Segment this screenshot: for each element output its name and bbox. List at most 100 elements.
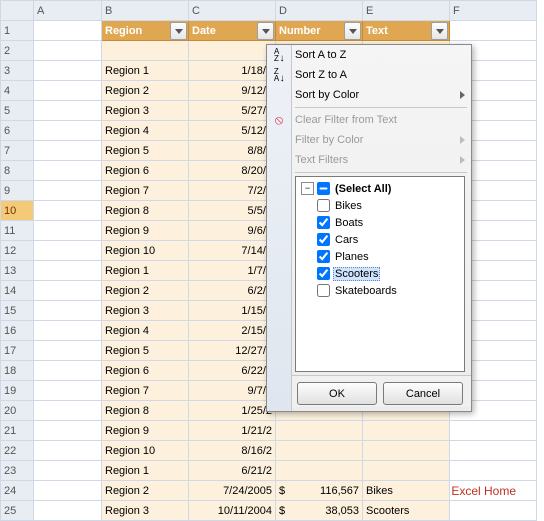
select-all-checkbox[interactable] — [317, 182, 330, 195]
row-header-19[interactable]: 19 — [1, 381, 34, 401]
cell-empty[interactable] — [34, 261, 102, 281]
cell-text[interactable]: Scooters — [363, 501, 450, 521]
row-header-10[interactable]: 10 — [1, 201, 34, 221]
cell-region[interactable]: Region 1 — [102, 461, 189, 481]
cell-empty[interactable] — [450, 501, 537, 521]
cell-region[interactable]: Region 3 — [102, 101, 189, 121]
cell-date[interactable]: 1/21/2 — [189, 421, 276, 441]
cell-region[interactable]: Region 3 — [102, 301, 189, 321]
menu-sort-ascending[interactable]: AZ Sort A to Z — [267, 45, 471, 65]
cancel-button[interactable]: Cancel — [383, 382, 463, 405]
cell-region[interactable]: Region 10 — [102, 441, 189, 461]
cell-region[interactable]: Region 2 — [102, 281, 189, 301]
row-header-5[interactable]: 5 — [1, 101, 34, 121]
row-header-22[interactable]: 22 — [1, 441, 34, 461]
cell-region[interactable]: Region 10 — [102, 241, 189, 261]
cell-empty[interactable] — [34, 61, 102, 81]
filter-checklist[interactable]: − (Select All) BikesBoatsCarsPlanesScoot… — [295, 176, 465, 372]
cell-region[interactable]: Region 4 — [102, 121, 189, 141]
cell-region[interactable]: Region 1 — [102, 261, 189, 281]
cell-empty[interactable] — [34, 321, 102, 341]
cell-empty[interactable] — [34, 301, 102, 321]
cell-empty[interactable] — [34, 81, 102, 101]
cell-date[interactable]: 7/14/2 — [189, 241, 276, 261]
cell-region[interactable]: Region 6 — [102, 361, 189, 381]
cell-region[interactable]: Region 8 — [102, 401, 189, 421]
cell-region[interactable]: Region 9 — [102, 221, 189, 241]
table-header-number[interactable]: Number — [276, 21, 363, 41]
cell-empty[interactable] — [34, 101, 102, 121]
cell-empty[interactable] — [34, 441, 102, 461]
filter-item-checkbox[interactable] — [317, 250, 330, 263]
filter-item-checkbox[interactable] — [317, 216, 330, 229]
cell-empty[interactable] — [34, 121, 102, 141]
cell-date[interactable]: 8/8/2 — [189, 141, 276, 161]
cell-date[interactable]: 1/7/2 — [189, 261, 276, 281]
cell-date[interactable]: 9/6/2 — [189, 221, 276, 241]
filter-item-checkbox[interactable] — [317, 199, 330, 212]
row-header-7[interactable]: 7 — [1, 141, 34, 161]
cell-region[interactable]: Region 7 — [102, 181, 189, 201]
cell-empty[interactable] — [34, 481, 102, 501]
cell-empty[interactable] — [34, 21, 102, 41]
cell-empty[interactable] — [34, 41, 102, 61]
cell-date[interactable]: 1/25/2 — [189, 401, 276, 421]
filter-dropdown-button[interactable] — [344, 22, 361, 40]
cell-empty[interactable] — [34, 461, 102, 481]
cell-date[interactable]: 10/11/2004 — [189, 501, 276, 521]
cell-empty[interactable] — [34, 201, 102, 221]
cell-date[interactable]: 1/18/2 — [189, 61, 276, 81]
collapse-icon[interactable]: − — [301, 182, 314, 195]
cell-region[interactable]: Region 2 — [102, 81, 189, 101]
cell-empty[interactable] — [34, 341, 102, 361]
menu-sort-descending[interactable]: ZA Sort Z to A — [267, 65, 471, 85]
filter-item-row[interactable]: Scooters — [299, 265, 461, 282]
column-header-C[interactable]: C — [189, 1, 276, 21]
cell-date[interactable]: 9/7/2 — [189, 381, 276, 401]
row-header-16[interactable]: 16 — [1, 321, 34, 341]
cell-region[interactable]: Region 8 — [102, 201, 189, 221]
filter-dropdown-button[interactable] — [170, 22, 187, 40]
cell-empty[interactable] — [34, 401, 102, 421]
cell-number[interactable] — [276, 461, 363, 481]
cell-date[interactable]: 6/2/2 — [189, 281, 276, 301]
cell-region[interactable]: Region 3 — [102, 501, 189, 521]
cell-region[interactable]: Region 2 — [102, 481, 189, 501]
row-header-18[interactable]: 18 — [1, 361, 34, 381]
cell-empty[interactable] — [102, 41, 189, 61]
cell-date[interactable]: 5/5/2 — [189, 201, 276, 221]
filter-item-row[interactable]: Bikes — [299, 197, 461, 214]
cell-date[interactable]: 5/27/2 — [189, 101, 276, 121]
filter-dropdown-button[interactable] — [431, 22, 448, 40]
filter-dropdown-button[interactable] — [257, 22, 274, 40]
column-header-F[interactable]: F — [450, 1, 537, 21]
filter-item-row[interactable]: Cars — [299, 231, 461, 248]
menu-sort-by-color[interactable]: Sort by Color — [267, 85, 471, 105]
cell-empty[interactable] — [34, 161, 102, 181]
cell-date[interactable]: 8/20/2 — [189, 161, 276, 181]
cell-empty[interactable] — [34, 141, 102, 161]
cell-date[interactable]: 8/16/2 — [189, 441, 276, 461]
cell-empty[interactable] — [34, 221, 102, 241]
cell-region[interactable]: Region 6 — [102, 161, 189, 181]
row-header-8[interactable]: 8 — [1, 161, 34, 181]
cell-number[interactable] — [276, 421, 363, 441]
row-header-6[interactable]: 6 — [1, 121, 34, 141]
cell-date[interactable]: 6/22/2 — [189, 361, 276, 381]
cell-date[interactable]: 7/2/2 — [189, 181, 276, 201]
column-header-D[interactable]: D — [276, 1, 363, 21]
cell-empty[interactable] — [450, 441, 537, 461]
row-header-17[interactable]: 17 — [1, 341, 34, 361]
row-header-2[interactable]: 2 — [1, 41, 34, 61]
cell-empty[interactable] — [450, 21, 537, 41]
cell-date[interactable]: 2/15/2 — [189, 321, 276, 341]
filter-item-checkbox[interactable] — [317, 267, 330, 280]
cell-empty[interactable] — [34, 181, 102, 201]
row-header-12[interactable]: 12 — [1, 241, 34, 261]
cell-empty[interactable] — [450, 461, 537, 481]
filter-select-all-row[interactable]: − (Select All) — [299, 180, 461, 197]
cell-empty[interactable] — [34, 361, 102, 381]
column-header-A[interactable]: A — [34, 1, 102, 21]
row-header-4[interactable]: 4 — [1, 81, 34, 101]
cell-number[interactable]: $38,053 — [276, 501, 363, 521]
